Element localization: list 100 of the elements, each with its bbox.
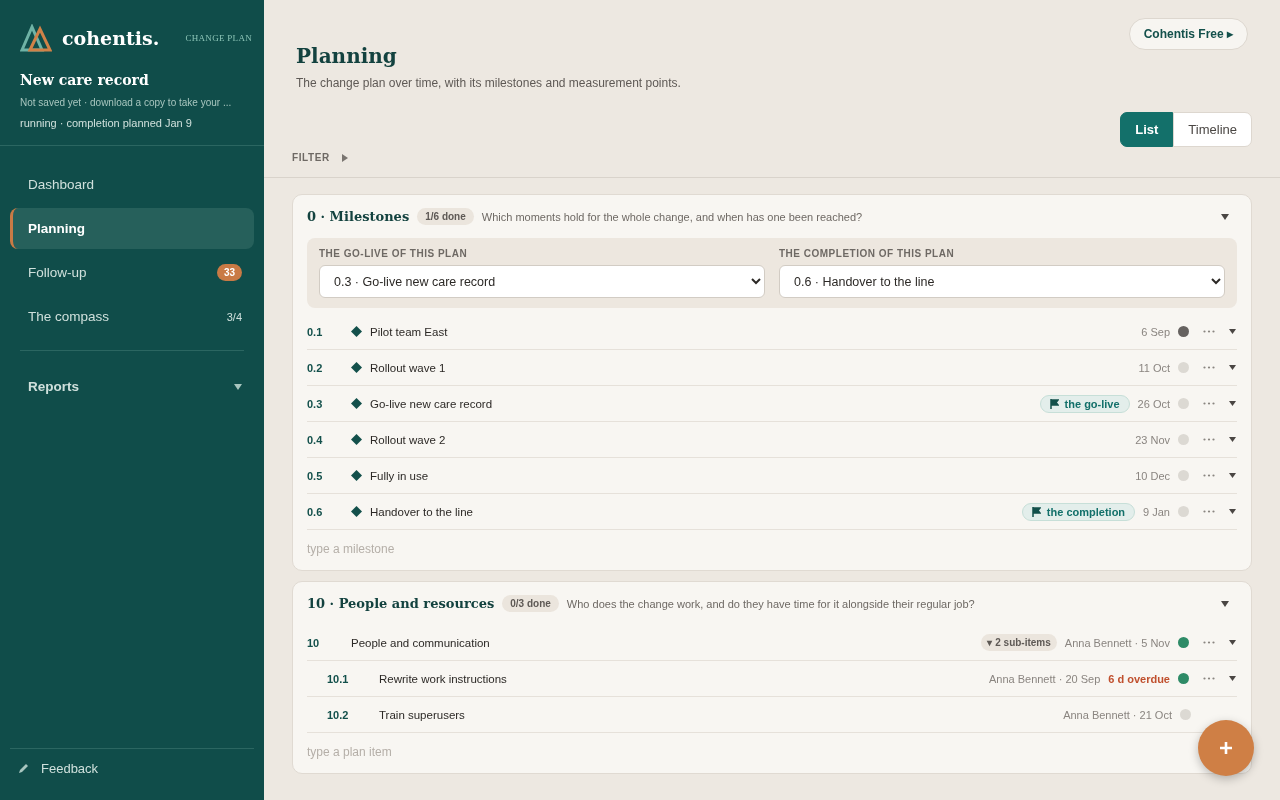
pencil-icon (18, 763, 29, 774)
row-title[interactable]: Rollout wave 2 (370, 433, 1128, 446)
diamond-icon (351, 362, 362, 373)
more-icon[interactable] (1203, 330, 1215, 333)
caret-icon[interactable] (1229, 437, 1236, 442)
row-date: Anna Bennett · 5 Nov (1064, 636, 1170, 649)
diamond-icon (351, 434, 362, 445)
milestone-select[interactable]: 0.6 · Handover to the line (779, 265, 1225, 298)
caret-icon[interactable] (1221, 600, 1229, 607)
more-icon[interactable] (1203, 366, 1215, 369)
change-plan-link[interactable]: CHANGE PLAN (185, 33, 252, 43)
row-number: 0.1 (307, 325, 324, 338)
more-icon[interactable] (1203, 677, 1215, 680)
overdue-label: 6 d overdue (1108, 672, 1170, 685)
progress-count: 3/4 (226, 310, 242, 323)
row-title[interactable]: People and communication (351, 636, 974, 649)
row-title[interactable]: Rewrite work instructions (379, 672, 981, 685)
view-tab[interactable]: List (1120, 112, 1174, 147)
add-field[interactable]: type a milestone (307, 530, 707, 564)
row-number: 10 (307, 636, 321, 649)
more-icon[interactable] (1203, 510, 1215, 513)
diamond-icon (351, 506, 362, 517)
row-number: 10.1 (326, 672, 350, 685)
done-badge: 0/3 done (502, 595, 559, 612)
row-date: 11 Oct (1138, 361, 1170, 374)
section-question: Which moments hold for the whole change, and when has one been reached? (481, 210, 863, 223)
row-number: 0.4 (307, 433, 324, 446)
nav-item[interactable]: Dashboard (10, 164, 254, 205)
diamond-icon (351, 326, 362, 337)
caret-icon[interactable] (1229, 473, 1236, 478)
reports-menu[interactable]: Reports (10, 366, 254, 407)
view-tab[interactable]: Timeline (1173, 112, 1252, 147)
diamond-icon (351, 398, 362, 409)
status-dot[interactable] (1178, 673, 1189, 684)
role-tag: the go-live (1039, 394, 1130, 413)
record-note: Not saved yet · download a copy to take your ... (20, 96, 233, 109)
caret-icon[interactable] (1229, 640, 1236, 645)
feedback-link[interactable]: Feedback (10, 748, 254, 800)
row-date: Anna Bennett · 21 Oct (1063, 708, 1172, 721)
caret-icon (341, 153, 348, 162)
row-title[interactable]: Fully in use (370, 469, 1128, 482)
row-date: 23 Nov (1135, 433, 1170, 446)
status-dot[interactable] (1178, 470, 1189, 481)
row-number: 0.6 (307, 505, 324, 518)
flag-icon (1049, 398, 1059, 409)
add-field[interactable]: type a plan item (307, 733, 707, 767)
caret-icon[interactable] (1229, 365, 1236, 370)
more-icon[interactable] (1203, 641, 1215, 644)
caret-icon[interactable] (1229, 676, 1236, 681)
plus-icon (1219, 741, 1233, 755)
status-dot[interactable] (1178, 398, 1189, 409)
more-icon[interactable] (1203, 438, 1215, 441)
status-dot[interactable] (1178, 434, 1189, 445)
done-badge: 1/6 done (417, 208, 474, 225)
subitems-toggle[interactable]: ▾ 2 sub-items (981, 634, 1057, 651)
caret-icon[interactable] (1221, 213, 1229, 220)
logo-icon (20, 24, 52, 52)
flag-icon (1031, 506, 1041, 517)
row-number: 10.2 (326, 708, 350, 721)
caret-icon[interactable] (1229, 329, 1236, 334)
row-title[interactable]: Pilot team East (370, 325, 1134, 338)
filter-toggle[interactable]: FILTER (292, 152, 348, 163)
plan-button[interactable]: Cohentis Free ▸ (1128, 18, 1248, 50)
more-icon[interactable] (1203, 402, 1215, 405)
record-title: New care record (20, 72, 150, 88)
caret-icon (234, 383, 242, 390)
role-tag: the completion (1021, 502, 1136, 521)
row-date: 9 Jan (1143, 505, 1170, 518)
status-dot[interactable] (1178, 506, 1189, 517)
row-title[interactable]: Train superusers (379, 708, 1056, 721)
record-status: running · completion planned Jan 9 (20, 117, 193, 129)
section-title: 0 · Milestones (307, 209, 410, 224)
caret-icon[interactable] (1229, 509, 1236, 514)
page-subtitle: The change plan over time, with its milestones and measurement points. (296, 76, 682, 90)
section-title: 10 · People and resources (307, 596, 495, 611)
nav-item[interactable]: Planning (10, 208, 254, 249)
row-title[interactable]: Go-live new care record (370, 397, 1032, 410)
caret-icon[interactable] (1229, 401, 1236, 406)
row-number: 0.5 (307, 469, 324, 482)
milestone-select[interactable]: 0.3 · Go-live new care record (319, 265, 765, 298)
brand-name: cohentis. (62, 27, 160, 49)
status-dot[interactable] (1178, 362, 1189, 373)
picker-label: THE COMPLETION OF THIS PLAN (779, 248, 956, 259)
status-dot[interactable] (1178, 326, 1189, 337)
section-question: Who does the change work, and do they have time for it alongside their regular job? (566, 597, 975, 610)
row-title[interactable]: Handover to the line (370, 505, 1014, 518)
more-icon[interactable] (1203, 474, 1215, 477)
row-date: 10 Dec (1135, 469, 1170, 482)
row-date: 6 Sep (1141, 325, 1170, 338)
row-number: 0.3 (307, 397, 324, 410)
status-dot[interactable] (1180, 709, 1191, 720)
row-date: Anna Bennett · 20 Sep (988, 672, 1101, 685)
row-date: 26 Oct (1137, 397, 1170, 410)
row-title[interactable]: Rollout wave 1 (370, 361, 1131, 374)
nav-item[interactable]: The compass 3/4 (10, 296, 254, 337)
picker-label: THE GO-LIVE OF THIS PLAN (319, 248, 469, 259)
count-badge: 33 (216, 264, 242, 281)
status-dot[interactable] (1178, 637, 1189, 648)
page-title: Planning (296, 44, 398, 68)
nav-item[interactable]: Follow-up 33 (10, 252, 254, 293)
